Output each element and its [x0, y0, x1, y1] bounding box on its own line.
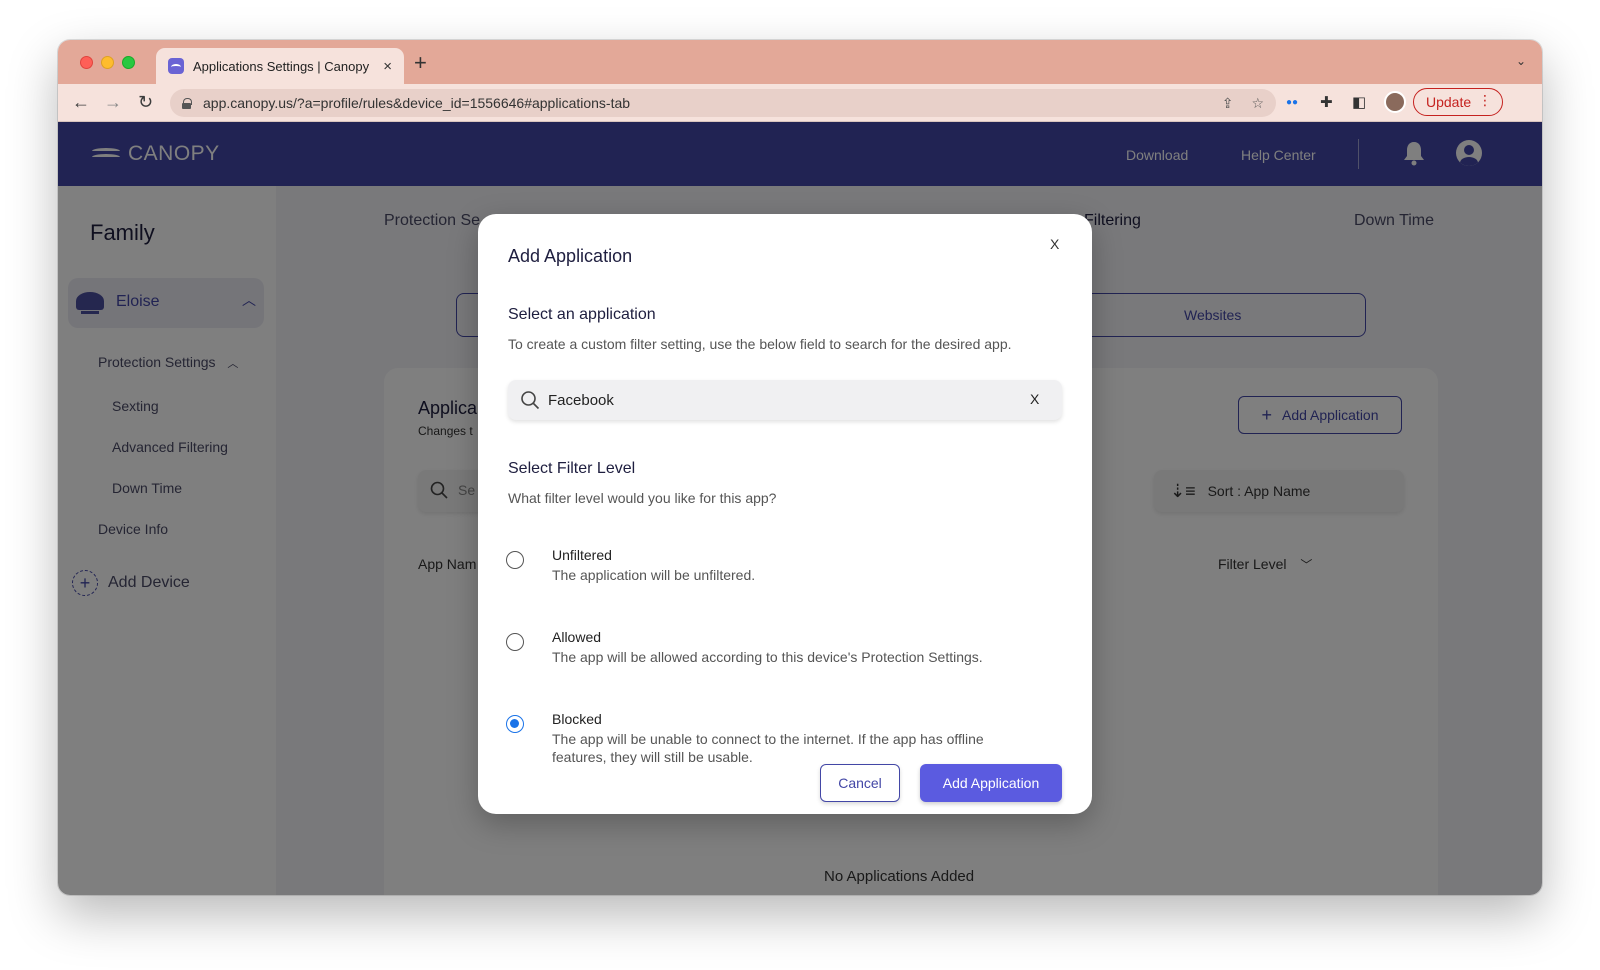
bookmark-star-icon[interactable]: ☆ — [1251, 95, 1264, 112]
share-icon[interactable]: ⇪ — [1222, 95, 1234, 112]
forward-arrow-icon[interactable]: → — [104, 92, 122, 112]
option-title: Allowed — [552, 629, 602, 645]
select-application-heading: Select an application — [508, 306, 656, 323]
update-label: Update — [1426, 94, 1472, 110]
puzzle-extensions-icon[interactable]: ✚ — [1320, 94, 1333, 112]
option-description: The application will be unfiltered. — [552, 567, 756, 583]
application-search-input[interactable] — [548, 388, 1008, 412]
browser-tab[interactable]: Applications Settings | Canopy × — [156, 48, 404, 84]
side-panel-icon[interactable]: ◧ — [1352, 94, 1366, 112]
lock-icon[interactable] — [182, 97, 192, 109]
minimize-window-button[interactable] — [101, 56, 114, 69]
radio-allowed[interactable] — [506, 633, 524, 651]
option-description: The app will be unable to connect to the… — [552, 731, 984, 765]
application-search-field[interactable]: X — [508, 380, 1062, 420]
profile-avatar[interactable] — [1384, 91, 1406, 113]
close-dialog-button[interactable]: X — [1050, 236, 1059, 252]
canopy-favicon-icon — [168, 58, 184, 74]
reload-icon[interactable]: ↻ — [138, 92, 153, 112]
back-arrow-icon[interactable]: ← — [72, 92, 90, 112]
update-button[interactable]: Update ⋮ — [1413, 88, 1503, 116]
close-window-button[interactable] — [80, 56, 93, 69]
dialog-title: Add Application — [508, 246, 633, 266]
cancel-button[interactable]: Cancel — [820, 764, 900, 802]
extension-badge-icon[interactable]: ●● — [1286, 94, 1298, 112]
address-bar[interactable]: app.canopy.us/?a=profile/rules&device_id… — [170, 89, 1276, 117]
tab-strip: Applications Settings | Canopy × + ⌄ — [58, 40, 1542, 84]
filter-level-heading: Select Filter Level — [508, 460, 636, 477]
canopy-app: CANOPY Download Help Center Family Elois… — [58, 122, 1542, 895]
option-title: Unfiltered — [552, 547, 612, 563]
add-application-dialog: Add Application X Select an application … — [478, 214, 1092, 814]
add-application-submit-button[interactable]: Add Application — [920, 764, 1062, 802]
url-text[interactable]: app.canopy.us/?a=profile/rules&device_id… — [203, 95, 1204, 111]
radio-blocked[interactable] — [506, 715, 524, 733]
select-application-description: To create a custom filter setting, use t… — [508, 336, 1012, 352]
tab-close-icon[interactable]: × — [383, 58, 392, 75]
filter-level-description: What filter level would you like for thi… — [508, 490, 777, 506]
tab-search-chevron-icon[interactable]: ⌄ — [1516, 54, 1526, 68]
tab-title: Applications Settings | Canopy — [193, 58, 370, 74]
browser-toolbar: ← → ↻ app.canopy.us/?a=profile/rules&dev… — [58, 84, 1542, 122]
zoom-window-button[interactable] — [122, 56, 135, 69]
option-description: The app will be allowed according to thi… — [552, 649, 983, 665]
clear-search-button[interactable]: X — [1030, 391, 1039, 407]
radio-unfiltered[interactable] — [506, 551, 524, 569]
search-icon — [521, 391, 540, 410]
option-title: Blocked — [552, 711, 602, 727]
more-menu-icon[interactable]: ⋮ — [1478, 92, 1492, 109]
new-tab-button[interactable]: + — [414, 52, 427, 74]
browser-window: Applications Settings | Canopy × + ⌄ ← →… — [58, 40, 1542, 895]
